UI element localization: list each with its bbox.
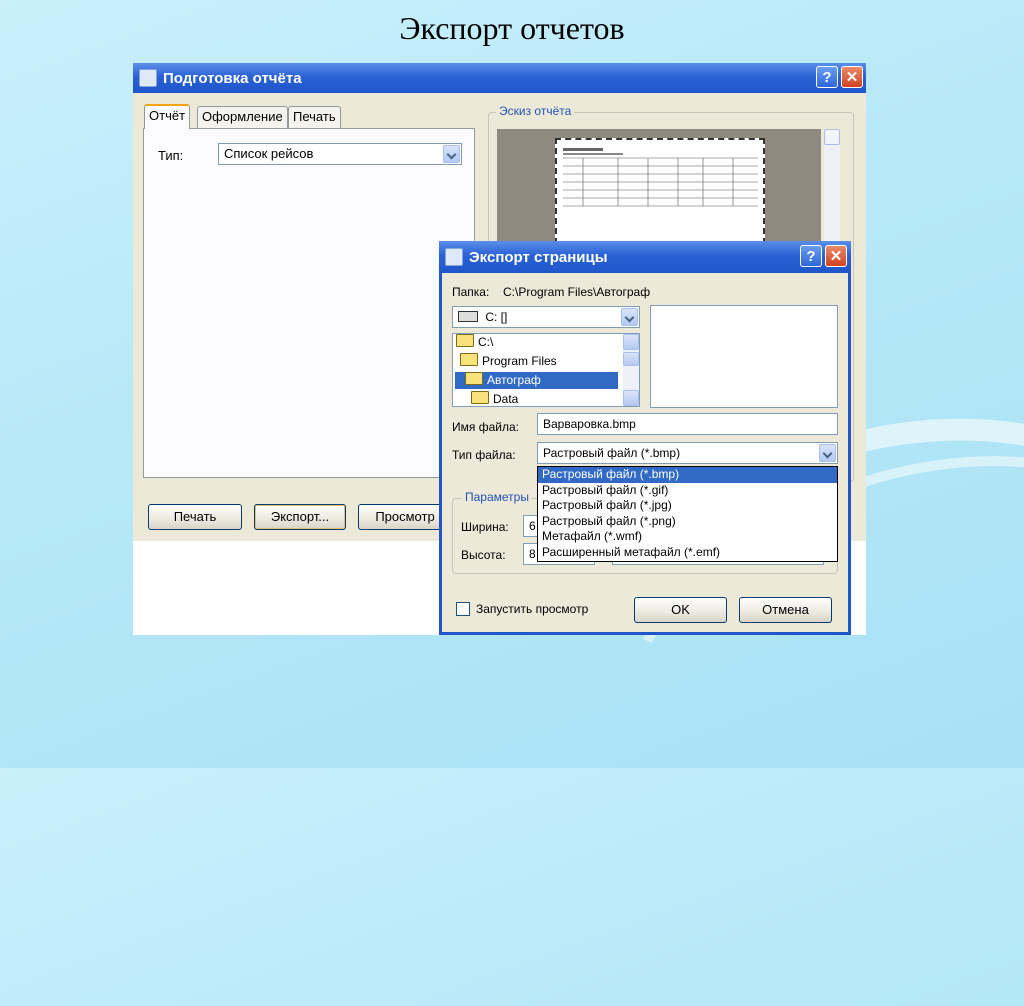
height-label: Высота: bbox=[461, 548, 506, 562]
preview-page bbox=[555, 138, 765, 244]
preview-table-thumbnail bbox=[563, 148, 758, 207]
tree-item-program-files[interactable]: Program Files bbox=[460, 353, 557, 370]
tree-item-label: C:\ bbox=[478, 335, 494, 349]
tree-item-avtograf[interactable]: Автограф bbox=[455, 372, 618, 389]
export-close-button[interactable]: ✕ bbox=[825, 245, 847, 267]
chevron-down-icon[interactable] bbox=[621, 308, 638, 326]
drive-value: C: [] bbox=[485, 310, 508, 324]
folder-path: C:\Program Files\Автограф bbox=[503, 285, 651, 299]
folder-tree[interactable]: C:\ Program Files Автограф Data bbox=[452, 333, 640, 407]
drive-icon bbox=[458, 311, 478, 322]
filetype-option[interactable]: Растровый файл (*.jpg) bbox=[538, 498, 837, 514]
filetype-option[interactable]: Растровый файл (*.gif) bbox=[538, 483, 837, 499]
tab-panel bbox=[143, 128, 475, 478]
filename-label: Имя файла: bbox=[452, 420, 519, 434]
tree-item-label: Program Files bbox=[482, 354, 557, 368]
filetype-option[interactable]: Расширенный метафайл (*.emf) bbox=[538, 545, 837, 561]
tree-scrollbar[interactable] bbox=[623, 334, 639, 406]
preview-scroll-up-button[interactable] bbox=[824, 129, 840, 145]
type-label: Тип: bbox=[158, 148, 184, 163]
tree-scroll-up-button[interactable] bbox=[623, 334, 639, 350]
folder-label: Папка: bbox=[452, 285, 490, 299]
filetype-option[interactable]: Метафайл (*.wmf) bbox=[538, 529, 837, 545]
report-type-select[interactable]: Список рейсов bbox=[218, 143, 462, 165]
open-folder-icon bbox=[460, 353, 478, 366]
tab-report[interactable]: Отчёт bbox=[144, 104, 191, 129]
floppy-disk-icon bbox=[445, 248, 463, 266]
folder-icon bbox=[471, 391, 489, 404]
filetype-option[interactable]: Растровый файл (*.png) bbox=[538, 514, 837, 530]
tab-design[interactable]: Оформление bbox=[197, 106, 288, 128]
file-list[interactable] bbox=[650, 305, 838, 408]
export-dialog-titlebar[interactable]: Экспорт страницы ? ✕ bbox=[439, 241, 851, 273]
tree-item-data[interactable]: Data bbox=[471, 391, 519, 406]
tree-item-label: Автограф bbox=[487, 373, 541, 387]
launch-preview-checkbox[interactable] bbox=[456, 602, 470, 616]
preview-group-label: Эскиз отчёта bbox=[496, 104, 575, 118]
tree-item-label: Data bbox=[493, 392, 519, 406]
cancel-button[interactable]: Отмена bbox=[739, 597, 832, 623]
params-group-label: Параметры bbox=[462, 490, 532, 504]
tree-scroll-down-button[interactable] bbox=[623, 390, 639, 406]
tree-scroll-thumb[interactable] bbox=[623, 352, 639, 366]
filetype-value: Растровый файл (*.bmp) bbox=[543, 446, 681, 460]
filename-input[interactable]: Варваровка.bmp bbox=[537, 413, 838, 435]
drive-select[interactable]: C: [] bbox=[452, 306, 640, 328]
chevron-down-icon[interactable] bbox=[819, 444, 836, 462]
launch-preview-label[interactable]: Запустить просмотр bbox=[476, 602, 588, 616]
filetype-dropdown-list[interactable]: Растровый файл (*.bmp) Растровый файл (*… bbox=[537, 466, 838, 562]
chevron-down-icon[interactable] bbox=[443, 145, 460, 163]
help-button[interactable]: ? bbox=[816, 66, 838, 88]
close-button[interactable]: ✕ bbox=[841, 66, 863, 88]
filetype-option[interactable]: Растровый файл (*.bmp) bbox=[538, 467, 837, 483]
report-app-icon bbox=[139, 69, 157, 87]
export-dialog-title: Экспорт страницы bbox=[469, 248, 608, 266]
filetype-select[interactable]: Растровый файл (*.bmp) bbox=[537, 442, 838, 464]
export-button[interactable]: Экспорт... bbox=[254, 504, 346, 530]
filetype-label: Тип файла: bbox=[452, 448, 516, 462]
export-dialog: Экспорт страницы ? ✕ bbox=[439, 241, 851, 635]
open-folder-icon bbox=[465, 372, 483, 385]
print-button[interactable]: Печать bbox=[148, 504, 242, 530]
report-window-titlebar[interactable]: Подготовка отчёта ? ✕ bbox=[133, 63, 866, 93]
slide-title: Экспорт отчетов bbox=[399, 10, 625, 46]
report-type-value: Список рейсов bbox=[224, 146, 314, 161]
report-window-title: Подготовка отчёта bbox=[163, 69, 302, 87]
open-folder-icon bbox=[456, 334, 474, 347]
ok-button[interactable]: OK bbox=[634, 597, 727, 623]
tree-item-drive-root[interactable]: C:\ bbox=[456, 334, 493, 351]
width-label: Ширина: bbox=[461, 520, 509, 534]
export-help-button[interactable]: ? bbox=[800, 245, 822, 267]
preview-button[interactable]: Просмотр bbox=[358, 504, 452, 530]
tab-print[interactable]: Печать bbox=[288, 106, 341, 128]
